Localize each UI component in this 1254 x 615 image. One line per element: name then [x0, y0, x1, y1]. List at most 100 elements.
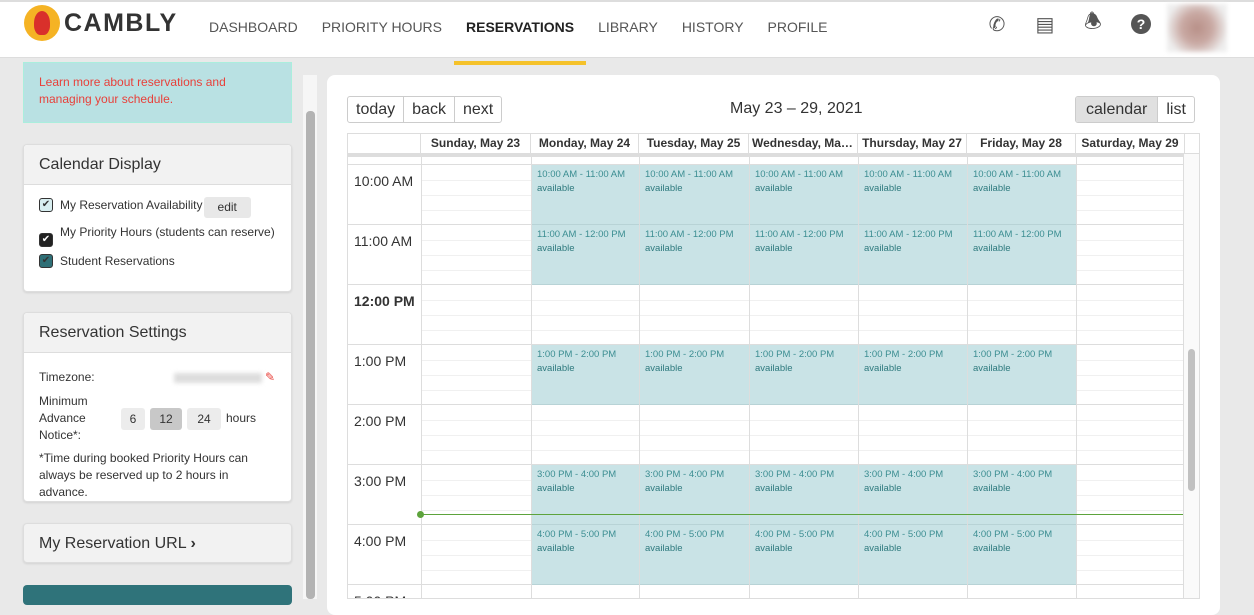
event-status: available — [755, 483, 793, 494]
availability-event[interactable]: 4:00 PM - 5:00 PM available — [859, 525, 967, 585]
edit-timezone-pencil-icon[interactable]: ✎ — [265, 369, 275, 386]
today-button[interactable]: today — [348, 97, 405, 122]
event-time: 1:00 PM - 2:00 PM — [864, 349, 944, 360]
date-range-title: May 23 – 29, 2021 — [730, 100, 863, 117]
notice-24-button[interactable]: 24 — [187, 407, 221, 430]
availability-event[interactable]: 1:00 PM - 2:00 PM available — [968, 345, 1076, 405]
calendar-display-card: Calendar Display ✔ My Reservation Availab… — [23, 144, 292, 292]
list-view-button[interactable]: list — [1158, 97, 1194, 122]
nav-library[interactable]: LIBRARY — [586, 2, 670, 60]
teal-action-button[interactable] — [23, 585, 292, 605]
availability-event[interactable]: 3:00 PM - 4:00 PM available — [968, 465, 1076, 525]
event-time: 11:00 AM - 12:00 PM — [973, 229, 1062, 240]
availability-event[interactable]: 3:00 PM - 4:00 PM available — [640, 465, 749, 525]
cambly-logo[interactable]: CAMBLY — [24, 5, 178, 41]
availability-event[interactable]: 10:00 AM - 11:00 AM available — [750, 165, 858, 225]
availability-event[interactable]: 3:00 PM - 4:00 PM available — [532, 465, 639, 525]
chevron-right-icon: › — [190, 535, 196, 552]
event-time: 3:00 PM - 4:00 PM — [755, 469, 835, 480]
column-divider — [967, 154, 968, 598]
event-status: available — [864, 543, 902, 554]
hour-label: 10:00 AM — [354, 173, 414, 189]
reservation-url-toggle[interactable]: My Reservation URL › — [23, 523, 292, 563]
event-status: available — [537, 483, 575, 494]
event-status: available — [537, 243, 575, 254]
back-button[interactable]: back — [404, 97, 455, 122]
availability-event[interactable]: 1:00 PM - 2:00 PM available — [640, 345, 749, 405]
availability-event[interactable]: 1:00 PM - 2:00 PM available — [859, 345, 967, 405]
event-status: available — [537, 543, 575, 554]
availability-event[interactable]: 11:00 AM - 12:00 PM available — [532, 225, 639, 285]
edit-availability-button[interactable]: edit — [203, 197, 251, 218]
calendar-scrollbar[interactable] — [1188, 349, 1195, 491]
calendar-view-button[interactable]: calendar — [1076, 97, 1159, 122]
availability-event[interactable]: 3:00 PM - 4:00 PM available — [750, 465, 858, 525]
availability-event[interactable]: 1:00 PM - 2:00 PM available — [750, 345, 858, 405]
availability-event[interactable]: 4:00 PM - 5:00 PM available — [532, 525, 639, 585]
phone-icon[interactable]: ✆ — [985, 12, 1009, 36]
sidebar-scrollbar[interactable] — [306, 111, 315, 599]
event-time: 1:00 PM - 2:00 PM — [537, 349, 617, 360]
hour-label: 11:00 AM — [354, 233, 413, 249]
hour-label: 2:00 PM — [354, 413, 407, 429]
nav-priority-hours[interactable]: PRIORITY HOURS — [310, 2, 454, 60]
availability-event[interactable]: 11:00 AM - 12:00 PM available — [968, 225, 1076, 285]
reservations-help-link[interactable]: Learn more about reservations and managi… — [23, 62, 292, 123]
event-status: available — [864, 483, 902, 494]
event-time: 10:00 AM - 11:00 AM — [537, 169, 626, 180]
hour-row: 12:00 PM — [348, 284, 1185, 344]
event-time: 1:00 PM - 2:00 PM — [755, 349, 835, 360]
help-icon[interactable]: ? — [1129, 12, 1153, 36]
availability-event[interactable]: 10:00 AM - 11:00 AM available — [640, 165, 749, 225]
next-button[interactable]: next — [455, 97, 501, 122]
day-header: Thursday, May 27 — [858, 134, 967, 153]
event-status: available — [864, 363, 902, 374]
event-status: available — [973, 243, 1011, 254]
event-time: 3:00 PM - 4:00 PM — [537, 469, 617, 480]
event-time: 3:00 PM - 4:00 PM — [645, 469, 725, 480]
event-time: 4:00 PM - 5:00 PM — [755, 529, 835, 540]
nav-dashboard[interactable]: DASHBOARD — [197, 2, 310, 60]
event-time: 4:00 PM - 5:00 PM — [864, 529, 944, 540]
notice-12-button[interactable]: 12 — [150, 407, 182, 430]
event-status: available — [645, 183, 683, 194]
availability-event[interactable]: 10:00 AM - 11:00 AM available — [968, 165, 1076, 225]
availability-event[interactable]: 4:00 PM - 5:00 PM available — [968, 525, 1076, 585]
chat-icon[interactable]: ▤ — [1033, 12, 1057, 36]
availability-event[interactable]: 11:00 AM - 12:00 PM available — [750, 225, 858, 285]
day-header: Sunday, May 23 — [421, 134, 531, 153]
event-status: available — [537, 183, 575, 194]
availability-event[interactable]: 1:00 PM - 2:00 PM available — [532, 345, 639, 405]
top-navbar: CAMBLY DASHBOARD PRIORITY HOURS RESERVATIO… — [0, 0, 1254, 65]
event-time: 10:00 AM - 11:00 AM — [755, 169, 844, 180]
availability-event[interactable]: 11:00 AM - 12:00 PM available — [640, 225, 749, 285]
availability-event[interactable]: 10:00 AM - 11:00 AM available — [532, 165, 639, 225]
event-time: 11:00 AM - 12:00 PM — [537, 229, 626, 240]
hour-label: 4:00 PM — [354, 533, 407, 549]
nav-profile[interactable]: PROFILE — [756, 2, 840, 60]
bell-icon[interactable]: 🕭 — [1081, 11, 1105, 36]
event-time: 11:00 AM - 12:00 PM — [864, 229, 953, 240]
event-status: available — [755, 243, 793, 254]
availability-event[interactable]: 10:00 AM - 11:00 AM available — [859, 165, 967, 225]
checkbox-priority-hours[interactable]: ✔ My Priority Hours (students can reserve… — [24, 224, 291, 247]
slot-line — [421, 450, 1185, 451]
hour-label: 1:00 PM — [354, 353, 407, 369]
event-time: 1:00 PM - 2:00 PM — [973, 349, 1053, 360]
availability-event[interactable]: 11:00 AM - 12:00 PM available — [859, 225, 967, 285]
checkbox-reservation-availability[interactable]: ✔ My Reservation Availability edit — [24, 197, 291, 218]
notice-6-button[interactable]: 6 — [121, 407, 145, 430]
slot-line — [421, 435, 1185, 436]
avatar[interactable] — [1167, 4, 1227, 52]
event-status: available — [973, 483, 1011, 494]
hour-label: 5:00 PM — [354, 593, 406, 598]
availability-event[interactable]: 4:00 PM - 5:00 PM available — [750, 525, 858, 585]
availability-event[interactable]: 4:00 PM - 5:00 PM available — [640, 525, 749, 585]
nav-history[interactable]: HISTORY — [670, 2, 756, 60]
checkbox-student-reservations[interactable]: ✔ Student Reservations — [24, 253, 291, 270]
event-status: available — [755, 543, 793, 554]
nav-reservations[interactable]: RESERVATIONS — [454, 2, 587, 65]
view-toggle: calendar list — [1075, 96, 1195, 123]
timezone-label: Timezone: — [39, 370, 95, 384]
availability-event[interactable]: 3:00 PM - 4:00 PM available — [859, 465, 967, 525]
